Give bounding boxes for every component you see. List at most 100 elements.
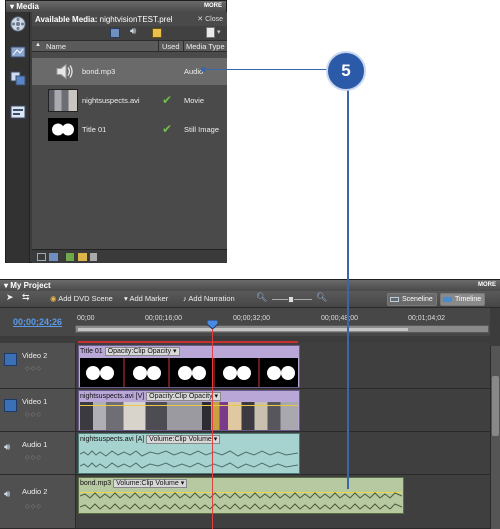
effects-icon[interactable]	[10, 44, 26, 60]
zoom-in-icon[interactable]: 🔍︎	[316, 292, 327, 303]
col-used[interactable]: Used	[162, 42, 180, 51]
zoom-slider-thumb[interactable]	[288, 296, 294, 303]
add-narration-button[interactable]: ♪ Add Narration	[183, 294, 235, 303]
available-media-label: Available Media: nightvisionTEST.prel ✕ …	[32, 12, 227, 26]
sceneline-icon	[390, 297, 399, 302]
media-toolbar: 🔊︎ ▾	[32, 26, 227, 40]
track-controls[interactable]: ◇◇◇	[25, 411, 42, 418]
video-thumbnail	[48, 89, 78, 112]
track-header: Video 2 ◇◇◇	[0, 343, 76, 388]
video-filmstrip	[80, 402, 298, 430]
playhead-handle[interactable]	[207, 320, 218, 329]
clip-property-dropdown[interactable]: Opacity:Clip Opacity ▾	[104, 347, 180, 356]
more-button[interactable]: MORE	[478, 280, 496, 291]
media-item-name: Title 01	[82, 125, 107, 134]
close-button[interactable]: ✕ Close	[197, 15, 223, 23]
chevron-down-icon[interactable]: ▾	[217, 28, 221, 36]
media-panel-header: ▾ Media MORE	[6, 1, 226, 12]
clip-title01[interactable]: Title 01 Opacity:Clip Opacity ▾	[78, 345, 300, 388]
audio-track-icon[interactable]: 🔊︎	[4, 489, 17, 502]
col-name[interactable]: Name	[46, 42, 66, 51]
media-panel: ▾ Media MORE Available Media: nightvisio…	[5, 0, 227, 263]
track-controls[interactable]: ◇◇◇	[25, 503, 42, 510]
video-track-icon[interactable]	[4, 353, 17, 366]
sort-arrow-icon[interactable]: ▲	[35, 42, 41, 48]
checkmark-icon: ✔	[162, 122, 173, 136]
media-item-bond[interactable]: bond.mp3 Audio	[32, 58, 227, 85]
audio-track-icon[interactable]: 🔊︎	[4, 442, 17, 455]
clip-bond-audio[interactable]: bond.mp3 Volume:Clip Volume ▾	[78, 477, 404, 514]
track-video-1: Video 1 ◇◇◇ nightsuspects.avi [V] Opacit…	[0, 389, 490, 432]
opacity-line[interactable]	[80, 405, 298, 406]
film-reel-icon[interactable]	[10, 16, 26, 32]
project-panel-title: My Project	[10, 281, 51, 290]
video-filter-icon[interactable]	[110, 28, 120, 38]
new-item-icon[interactable]	[206, 27, 215, 38]
clip-property: Opacity:Clip Opacity	[107, 348, 172, 355]
vertical-scrollbar[interactable]	[490, 346, 500, 529]
tag-icon[interactable]	[66, 253, 74, 261]
audio-waveform	[80, 450, 298, 469]
track-name: Audio 1	[22, 440, 48, 449]
scrollbar-thumb[interactable]	[492, 376, 499, 436]
media-sidebar	[6, 12, 30, 263]
render-bar	[78, 341, 298, 343]
media-panel-title: Media	[16, 2, 39, 11]
track-header: 🔊︎ Audio 2 ◇◇◇	[0, 475, 76, 528]
track-controls[interactable]: ◇◇◇	[25, 365, 42, 372]
track-audio-2: 🔊︎ Audio 2 ◇◇◇ bond.mp3 Volume:Clip Volu…	[0, 475, 490, 529]
media-item-type: Movie	[184, 96, 205, 105]
chevron-down-icon[interactable]: ▾	[10, 2, 14, 11]
transitions-icon[interactable]	[10, 70, 26, 86]
clip-property-dropdown[interactable]: Opacity:Clip Opacity ▾	[146, 392, 222, 401]
time-stretch-icon[interactable]: ⇆	[22, 292, 30, 303]
microphone-icon: ♪	[183, 294, 187, 303]
add-dvd-scene-button[interactable]: ◉ Add DVD Scene	[50, 294, 113, 303]
selection-tool-icon[interactable]: ➤	[6, 292, 14, 303]
more-button[interactable]: MORE	[204, 1, 222, 12]
ruler-tick-label: 00;00;48;00	[321, 315, 358, 322]
image-filter-icon[interactable]	[152, 28, 162, 38]
project-toolbar: ➤ ⇆ ◉ Add DVD Scene ▾ Add Marker ♪ Add N…	[0, 291, 500, 308]
media-column-header: ▲ Name Used Media Type	[32, 40, 227, 52]
icon-view-icon[interactable]	[49, 253, 58, 261]
folder-icon[interactable]	[78, 253, 87, 261]
track-name: Audio 2	[22, 487, 48, 496]
video-track-icon[interactable]	[4, 399, 17, 412]
chevron-down-icon[interactable]: ▾	[4, 281, 8, 290]
add-narration-label: Add Narration	[188, 294, 235, 303]
callout-number: 5	[326, 51, 366, 91]
clip-property-dropdown[interactable]: Volume:Clip Volume ▾	[146, 435, 221, 444]
ruler-tick-label: 00;01;04;02	[408, 315, 445, 322]
clip-property-dropdown[interactable]: Volume:Clip Volume ▾	[113, 479, 188, 488]
close-label: Close	[205, 16, 223, 23]
clip-nightsuspects-video[interactable]: nightsuspects.avi [V] Opacity:Clip Opaci…	[78, 390, 300, 431]
timeline-icon	[443, 297, 452, 302]
speaker-icon	[56, 63, 73, 80]
work-area-bar[interactable]	[78, 328, 408, 331]
titles-icon[interactable]	[10, 104, 26, 120]
audio-filter-icon[interactable]: 🔊︎	[130, 26, 136, 37]
media-item-name: bond.mp3	[82, 67, 116, 76]
media-content: Available Media: nightvisionTEST.prel ✕ …	[32, 12, 227, 263]
track-audio-1: 🔊︎ Audio 1 ◇◇◇ nightsuspects.avi [A] Vol…	[0, 432, 490, 475]
col-media-type[interactable]: Media Type	[186, 42, 225, 51]
dvd-icon: ◉	[50, 294, 57, 303]
clip-property: Volume:Clip Volume	[149, 436, 212, 443]
media-item-nightsuspects[interactable]: nightsuspects.avi ✔ Movie	[32, 87, 227, 114]
track-name: Video 2	[22, 351, 48, 360]
clip-property: Volume:Clip Volume	[116, 480, 179, 487]
available-media-heading: Available Media:	[35, 15, 98, 24]
current-timecode[interactable]: 00;00;24;26	[13, 317, 62, 327]
add-marker-button[interactable]: ▾ Add Marker	[124, 294, 168, 303]
zoom-out-icon[interactable]: 🔍︎	[256, 292, 267, 303]
clip-label: nightsuspects.avi [V] Opacity:Clip Opaci…	[80, 392, 222, 401]
title-filmstrip	[80, 358, 298, 387]
track-controls[interactable]: ◇◇◇	[25, 454, 42, 461]
media-item-title01[interactable]: Title 01 ✔ Still Image	[32, 116, 227, 143]
trash-icon[interactable]	[90, 253, 97, 261]
list-view-icon[interactable]	[37, 253, 46, 261]
add-dvd-scene-label: Add DVD Scene	[58, 294, 113, 303]
media-item-name: nightsuspects.avi	[82, 96, 140, 105]
clip-nightsuspects-audio[interactable]: nightsuspects.avi [A] Volume:Clip Volume…	[78, 433, 300, 474]
